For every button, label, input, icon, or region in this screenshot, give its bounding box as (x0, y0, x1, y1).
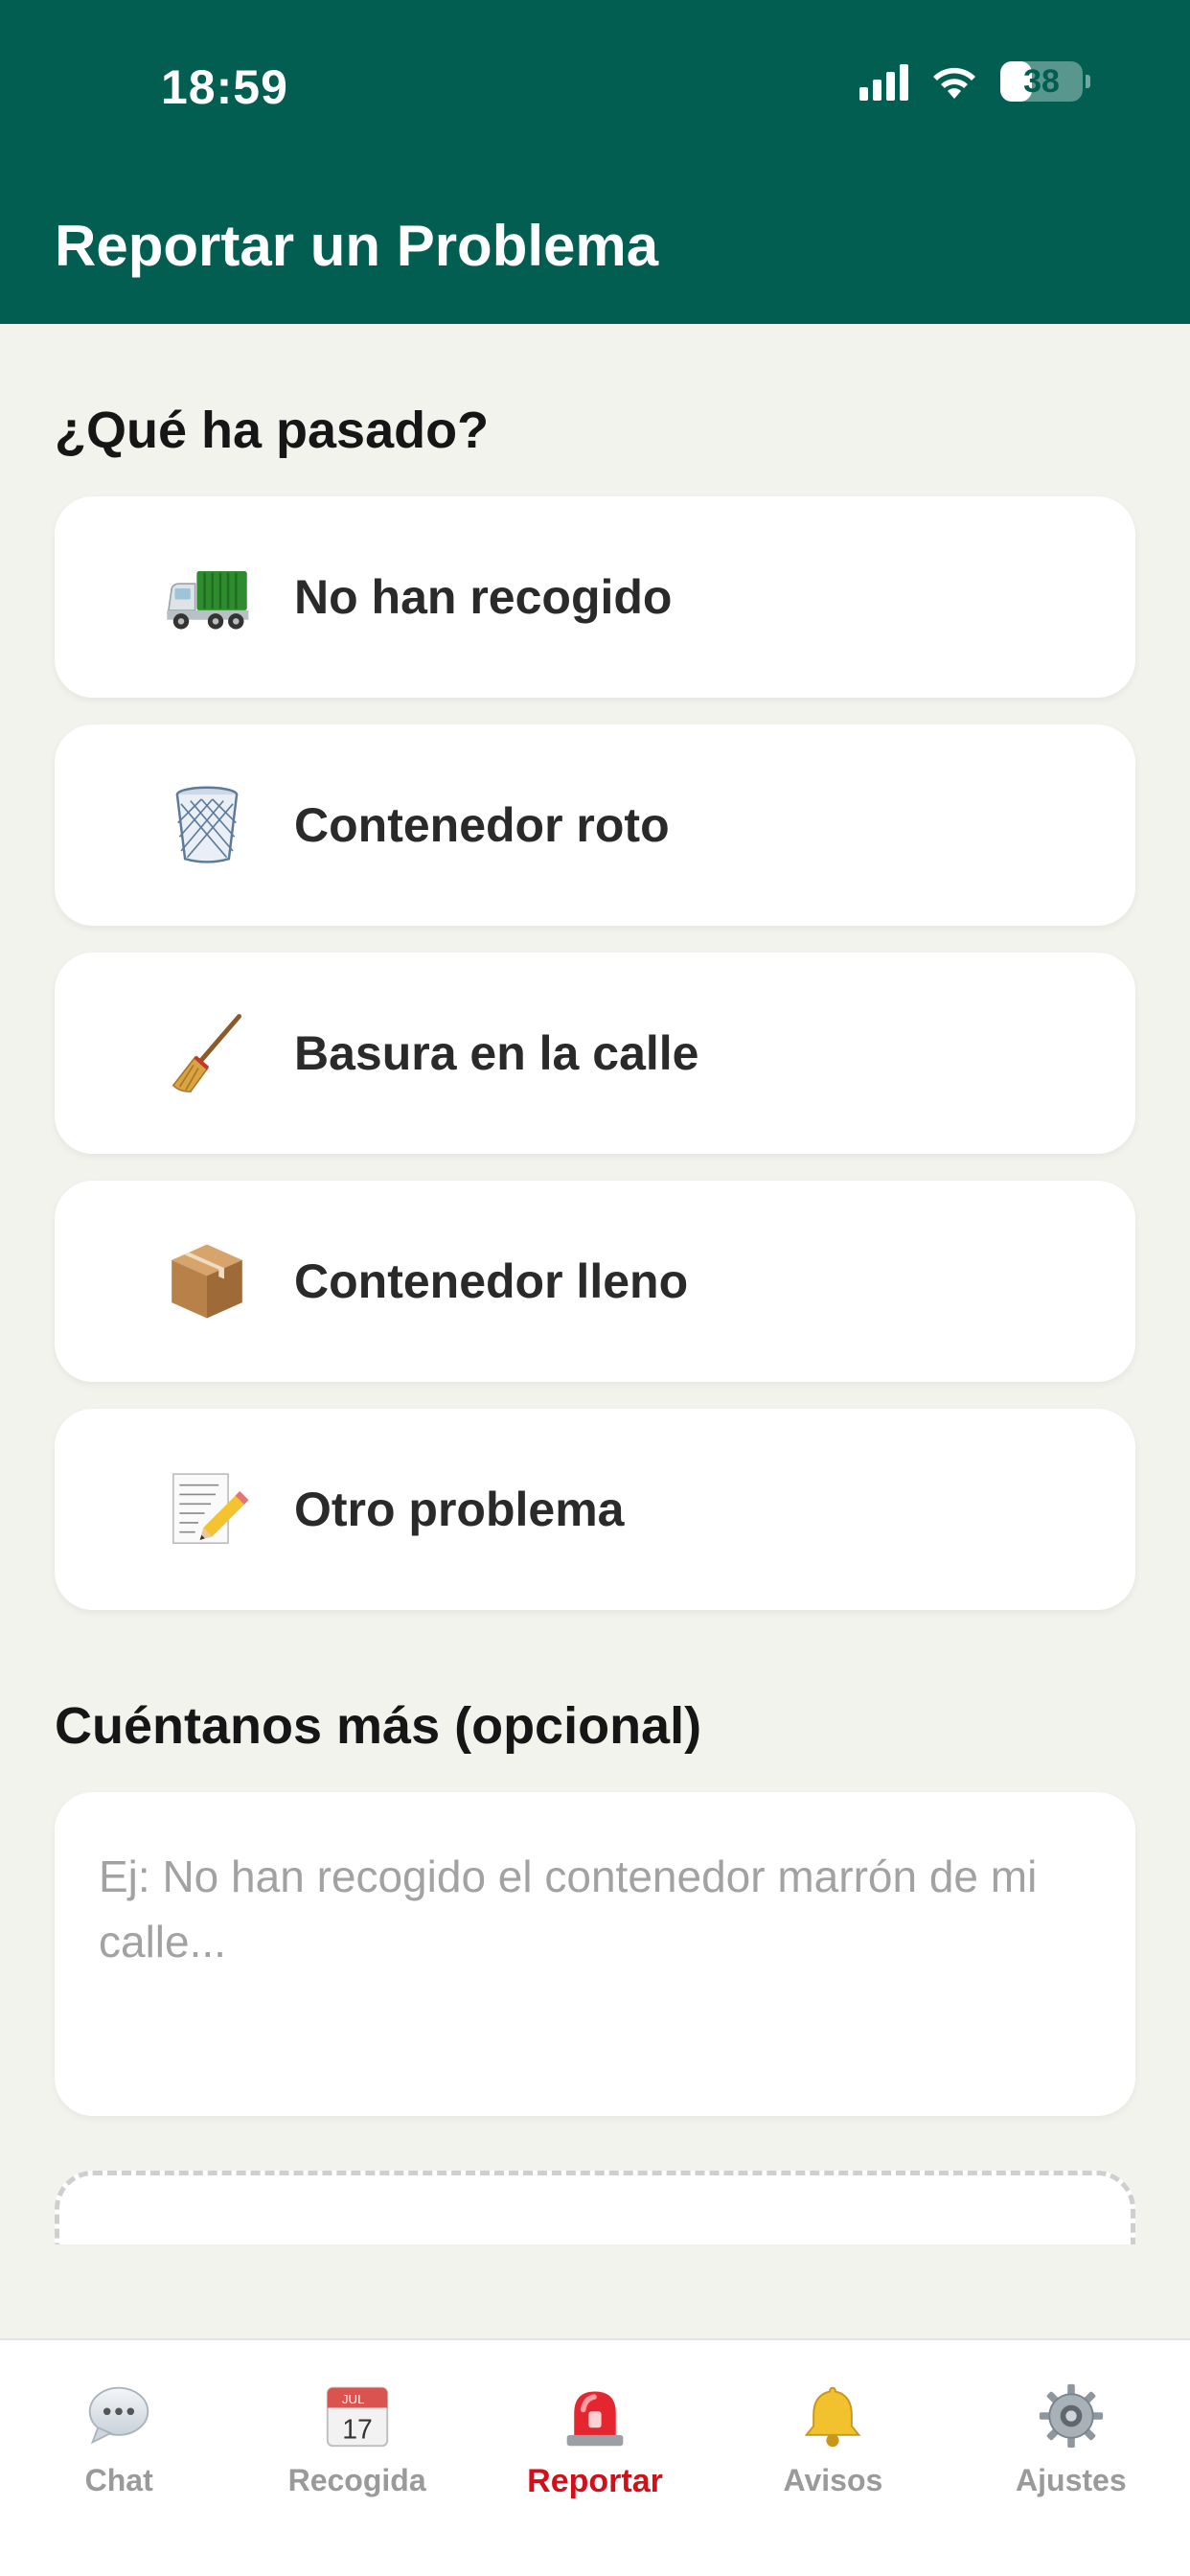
tab-label: Avisos (783, 2463, 883, 2497)
tab-label: Recogida (287, 2463, 426, 2497)
option-label: Otro problema (294, 1483, 625, 1536)
status-indicators: 38 (859, 61, 1090, 102)
tab-label: Reportar (527, 2463, 663, 2499)
wastebasket-icon (154, 772, 260, 878)
app-header: 18:59 38 Reportar un Problema (0, 0, 1190, 324)
option-broken-container[interactable]: Contenedor roto (55, 724, 1135, 926)
calendar-month: JUL (342, 2392, 365, 2406)
calendar-day: 17 (342, 2415, 373, 2446)
garbage-truck-icon (154, 544, 260, 650)
option-not-collected[interactable]: No han recogido (55, 496, 1135, 698)
status-time: 18:59 (161, 60, 288, 114)
battery-percentage: 38 (1023, 62, 1060, 100)
tab-label: Chat (84, 2463, 153, 2497)
scroll-fade (0, 2244, 1190, 2340)
option-label: Basura en la calle (294, 1026, 699, 1080)
option-label: Contenedor lleno (294, 1254, 689, 1308)
option-other-problem[interactable]: Otro problema (55, 1409, 1135, 1610)
option-label: Contenedor roto (294, 798, 670, 852)
tab-avisos[interactable]: Avisos (714, 2340, 951, 2576)
tab-recogida[interactable]: JUL 17 Recogida (238, 2340, 475, 2576)
speech-bubble-icon (83, 2380, 154, 2451)
question-title: ¿Qué ha pasado? (55, 402, 490, 459)
tab-reportar[interactable]: Reportar (476, 2340, 714, 2576)
option-full-container[interactable]: Contenedor lleno (55, 1181, 1135, 1382)
option-label: No han recogido (294, 570, 673, 624)
tab-chat[interactable]: Chat (0, 2340, 238, 2576)
package-icon (154, 1229, 260, 1334)
siren-icon (560, 2380, 630, 2451)
bell-icon (797, 2380, 868, 2451)
cellular-signal-icon (859, 62, 908, 101)
battery-icon: 38 (1000, 61, 1090, 102)
memo-icon (154, 1457, 260, 1562)
tab-bar: Chat JUL 17 Recogida Reportar Avisos Aju… (0, 2338, 1190, 2576)
details-textarea[interactable] (55, 1792, 1135, 2116)
calendar-icon: JUL 17 (322, 2380, 393, 2451)
page-title: Reportar un Problema (55, 214, 659, 278)
option-trash-street[interactable]: Basura en la calle (55, 953, 1135, 1154)
gear-icon (1036, 2380, 1107, 2451)
wifi-icon (933, 67, 975, 99)
tab-ajustes[interactable]: Ajustes (952, 2340, 1190, 2576)
broom-icon (154, 1000, 260, 1106)
tab-label: Ajustes (1016, 2463, 1127, 2497)
details-title: Cuéntanos más (opcional) (55, 1697, 702, 1755)
report-screen: 18:59 38 Reportar un Problema ¿Qué ha pa… (0, 0, 1190, 2576)
